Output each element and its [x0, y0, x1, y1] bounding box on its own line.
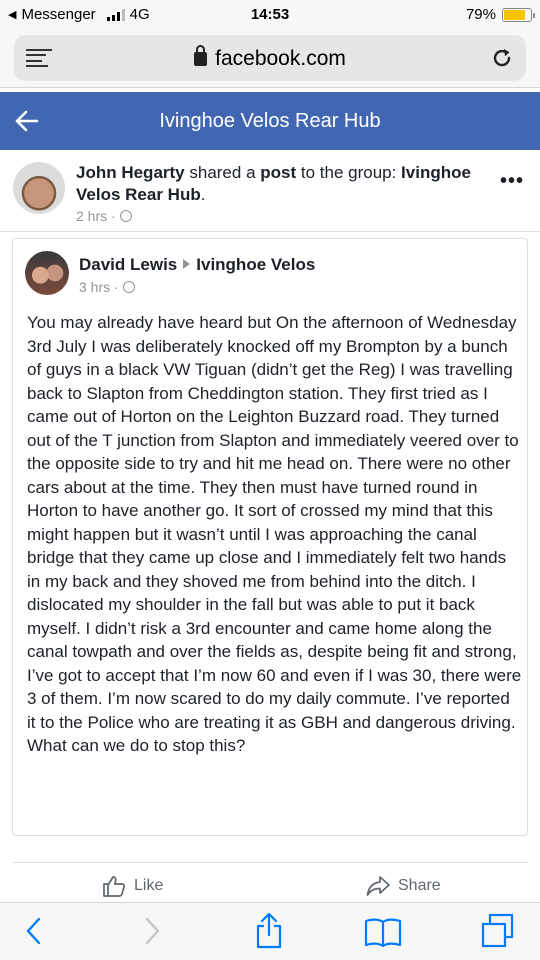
post-header: John Hegarty shared a post to the group:… — [0, 150, 540, 232]
url-display[interactable]: facebook.com — [14, 45, 526, 71]
avatar[interactable] — [13, 162, 65, 214]
post-link[interactable]: post — [260, 163, 296, 182]
shared-timestamp[interactable]: 3 hrs · — [79, 279, 135, 295]
shared-author-line: David Lewis Ivinghoe Velos — [79, 255, 315, 275]
reload-icon[interactable] — [490, 46, 514, 70]
globe-icon — [122, 281, 135, 293]
status-right: 79% — [465, 6, 535, 23]
post-body: You may already have heard but On the af… — [27, 313, 522, 755]
thumbs-up-icon — [103, 876, 125, 897]
share-label: Share — [398, 877, 441, 894]
address-bar[interactable]: facebook.com — [14, 35, 526, 81]
shared-post-card[interactable]: David Lewis Ivinghoe Velos 3 hrs · You ma… — [12, 238, 528, 836]
browser-chrome: facebook.com — [0, 30, 540, 88]
post-attribution: John Hegarty shared a post to the group:… — [76, 162, 476, 206]
period: . — [200, 185, 206, 204]
page-title: Ivinghoe Velos Rear Hub — [159, 110, 381, 132]
shared-time-text: 3 hrs · — [79, 279, 123, 295]
more-options-icon[interactable]: ••• — [500, 170, 524, 193]
shared-author-avatar[interactable] — [25, 251, 69, 295]
status-bar: ◀ Messenger 4G 14:53 79% — [0, 0, 540, 30]
to-group-text: to the group: — [296, 163, 402, 182]
author-name[interactable]: John Hegarty — [76, 163, 185, 182]
shared-author-name[interactable]: David Lewis — [79, 255, 177, 274]
post-time-text: 2 hrs · — [76, 208, 120, 224]
like-label: Like — [134, 877, 164, 894]
like-button[interactable]: Like — [102, 875, 163, 897]
clock: 14:53 — [250, 6, 290, 23]
share-icon[interactable] — [254, 911, 284, 949]
bookmarks-icon[interactable] — [364, 917, 402, 947]
battery-percent: 79% — [465, 6, 496, 23]
back-icon[interactable] — [24, 915, 44, 947]
shared-group-name[interactable]: Ivinghoe Velos — [196, 255, 315, 274]
facebook-header: Ivinghoe Velos Rear Hub — [0, 92, 540, 150]
browser-toolbar — [0, 902, 540, 960]
forward-icon[interactable] — [142, 915, 162, 947]
battery-icon — [502, 7, 535, 22]
lock-icon — [194, 45, 208, 66]
post-timestamp[interactable]: 2 hrs · — [76, 208, 132, 224]
arrow-right-icon — [183, 259, 191, 269]
url-text: facebook.com — [215, 47, 346, 70]
globe-icon — [119, 210, 132, 222]
post-actions: Like Share — [12, 862, 528, 902]
shared-a-text: shared a — [184, 163, 261, 182]
share-button[interactable]: Share — [366, 875, 441, 897]
tabs-icon[interactable] — [480, 913, 516, 949]
share-arrow-icon — [366, 876, 390, 896]
